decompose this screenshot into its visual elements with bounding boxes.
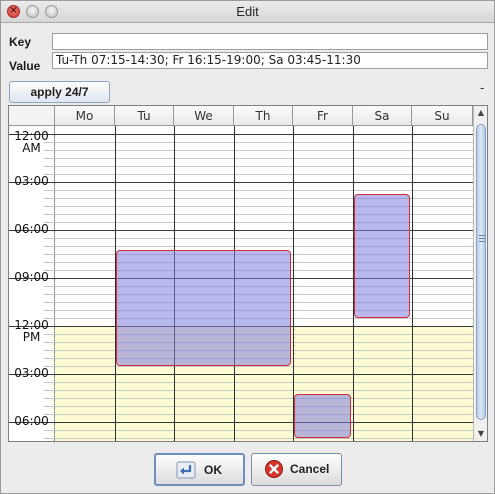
half-hour-line bbox=[55, 382, 473, 383]
day-header-su[interactable]: Su bbox=[412, 106, 473, 126]
half-hour-line bbox=[55, 438, 473, 439]
time-label: 03:00 bbox=[14, 174, 49, 188]
time-tick bbox=[44, 166, 55, 167]
time-label: 12:00 AM bbox=[14, 129, 49, 155]
time-label: 09:00 bbox=[14, 270, 49, 284]
half-hour-line bbox=[55, 142, 473, 143]
apply-24-7-button[interactable]: apply 24/7 bbox=[9, 81, 110, 103]
time-tick bbox=[44, 350, 55, 351]
time-tick bbox=[44, 198, 55, 199]
title-bar: × Edit bbox=[1, 1, 494, 23]
scroll-down-icon[interactable]: ▼ bbox=[474, 427, 487, 441]
time-tick bbox=[44, 294, 55, 295]
time-label: 06:00 bbox=[14, 414, 49, 428]
edit-dialog: × Edit Key Value Tu-Th 07:15-14:30; Fr 1… bbox=[0, 0, 495, 494]
half-hour-line bbox=[55, 406, 473, 407]
time-tick bbox=[44, 390, 55, 391]
grip-line bbox=[479, 241, 485, 242]
time-block-tu-we-th[interactable] bbox=[116, 250, 291, 366]
day-header-we[interactable]: We bbox=[174, 106, 234, 126]
time-tick bbox=[44, 310, 55, 311]
scroll-up-icon[interactable]: ▲ bbox=[474, 106, 487, 120]
hour-major-line bbox=[55, 422, 473, 423]
enter-arrow-icon bbox=[176, 461, 196, 479]
cancel-icon bbox=[265, 460, 283, 478]
half-hour-line bbox=[55, 398, 473, 399]
time-tick bbox=[44, 286, 55, 287]
value-field[interactable]: Tu-Th 07:15-14:30; Fr 16:15-19:00; Sa 03… bbox=[52, 52, 488, 69]
key-field[interactable] bbox=[52, 33, 488, 50]
time-block-sa[interactable] bbox=[354, 194, 410, 318]
window-title: Edit bbox=[236, 4, 259, 19]
half-hour-line bbox=[55, 246, 473, 247]
schedule-grid[interactable]: Mo Tu We Th Fr Sa Su 12:00 AM 03:00 06:00 09:00 12:… bbox=[8, 105, 488, 442]
time-tick bbox=[44, 158, 55, 159]
time-tick bbox=[44, 262, 55, 263]
half-hour-line bbox=[55, 414, 473, 415]
half-hour-line bbox=[55, 174, 473, 175]
time-label: 03:00 bbox=[14, 366, 49, 380]
half-hour-line bbox=[55, 390, 473, 391]
key-label: Key bbox=[9, 35, 32, 49]
time-tick bbox=[44, 190, 55, 191]
hour-major-line bbox=[55, 374, 473, 375]
day-separator bbox=[412, 126, 413, 441]
half-hour-line bbox=[55, 166, 473, 167]
half-hour-line bbox=[55, 238, 473, 239]
time-tick bbox=[44, 406, 55, 407]
time-tick bbox=[44, 246, 55, 247]
time-tick bbox=[44, 398, 55, 399]
time-tick bbox=[44, 430, 55, 431]
time-tick bbox=[44, 254, 55, 255]
half-hour-line bbox=[55, 366, 473, 367]
grid-corner bbox=[9, 106, 55, 126]
time-tick bbox=[44, 382, 55, 383]
cancel-button[interactable]: Cancel bbox=[251, 453, 342, 486]
day-header-mo[interactable]: Mo bbox=[55, 106, 115, 126]
collapse-toggle[interactable]: - bbox=[480, 80, 484, 95]
time-axis: 12:00 AM 03:00 06:00 09:00 12:00 PM 03:00 06:00 bbox=[9, 126, 55, 441]
hour-major-line bbox=[55, 182, 473, 183]
day-header-sa[interactable]: Sa bbox=[353, 106, 412, 126]
time-block-fr[interactable] bbox=[294, 394, 351, 438]
half-hour-line bbox=[55, 222, 473, 223]
schedule-cells[interactable] bbox=[55, 126, 473, 441]
time-tick bbox=[44, 206, 55, 207]
half-hour-line bbox=[55, 198, 473, 199]
time-tick bbox=[44, 358, 55, 359]
ok-label: OK bbox=[204, 463, 222, 477]
half-hour-line bbox=[55, 206, 473, 207]
scrollbar-thumb[interactable] bbox=[476, 124, 486, 420]
ok-button[interactable]: OK bbox=[154, 453, 245, 486]
vertical-scrollbar[interactable]: ▲ ▼ bbox=[473, 106, 487, 441]
half-hour-line bbox=[55, 190, 473, 191]
value-label: Value bbox=[9, 59, 41, 73]
day-header-th[interactable]: Th bbox=[234, 106, 293, 126]
time-tick bbox=[44, 302, 55, 303]
time-label: 06:00 bbox=[14, 222, 49, 236]
time-tick bbox=[44, 438, 55, 439]
day-header-fr[interactable]: Fr bbox=[293, 106, 353, 126]
grip-line bbox=[479, 238, 485, 239]
half-hour-line bbox=[55, 214, 473, 215]
half-hour-line bbox=[55, 158, 473, 159]
time-label: 12:00 PM bbox=[14, 318, 49, 344]
half-hour-line bbox=[55, 150, 473, 151]
half-hour-line bbox=[55, 430, 473, 431]
hour-major-line bbox=[55, 230, 473, 231]
hour-major-line bbox=[55, 134, 473, 135]
time-tick bbox=[44, 214, 55, 215]
grip-line bbox=[479, 235, 485, 236]
cancel-label: Cancel bbox=[290, 462, 330, 476]
day-header-tu[interactable]: Tu bbox=[115, 106, 174, 126]
time-tick bbox=[44, 238, 55, 239]
